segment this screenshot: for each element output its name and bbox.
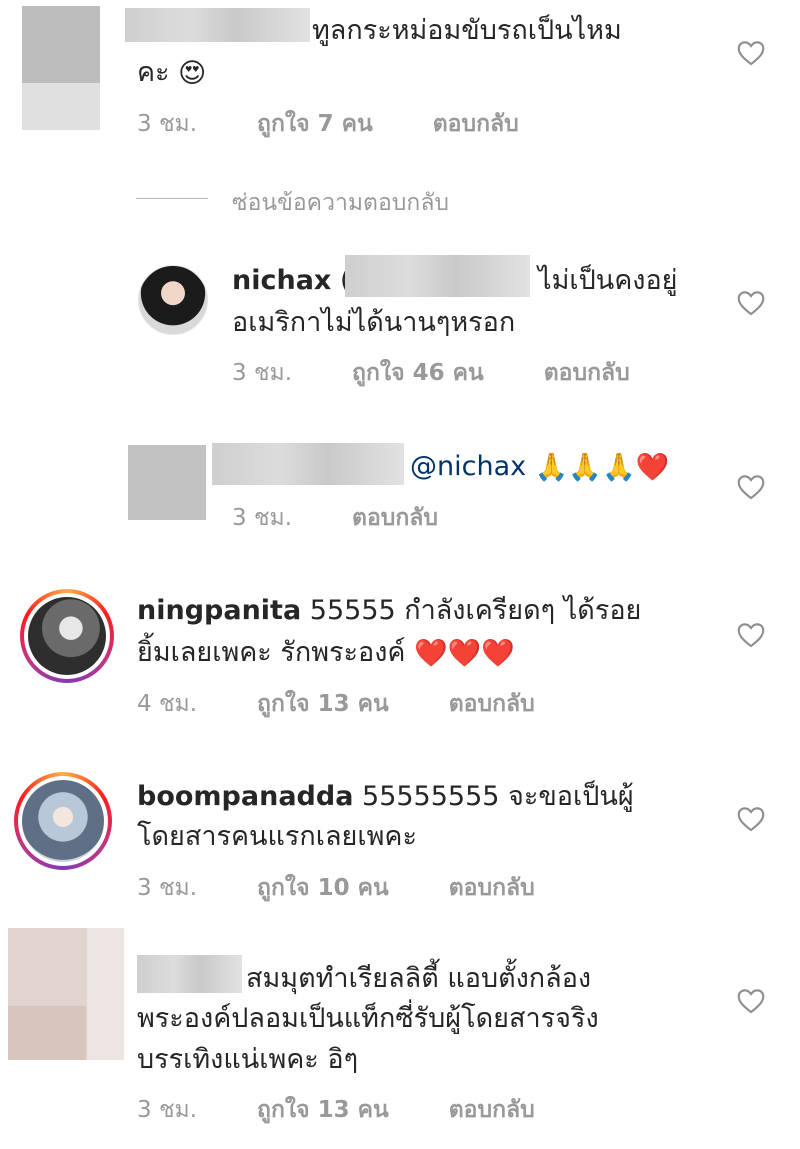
comment-meta: 3 ชม. ถูกใจ 10 คน ตอบกลับ <box>137 870 595 906</box>
username-redacted[interactable] <box>137 955 242 993</box>
comment-meta: 3 ชม. ถูกใจ 13 คน ตอบกลับ <box>137 1092 595 1128</box>
comment-text: สมมุตทำเรียลลิตี้ แอบตั้งกล้อง <box>246 963 592 994</box>
hide-replies-line <box>136 198 208 199</box>
comment-time[interactable]: 3 ชม. <box>232 505 292 531</box>
comment-text: ทูลกระหม่อมขับรถเป็นไหม <box>312 15 622 46</box>
comment-text: ningpanita 55555 กำลังเครียดๆ ได้รอย <box>137 595 642 626</box>
username-redacted[interactable] <box>125 8 310 42</box>
likes-count[interactable]: ถูกใจ 7 คน <box>257 111 373 137</box>
comment-text: โดยสารคนแรกเลยเพคะ <box>137 821 417 852</box>
heart-icon[interactable] <box>737 290 765 316</box>
comment-meta: 3 ชม. ตอบกลับ <box>232 500 498 536</box>
comment-time[interactable]: 3 ชม. <box>137 875 197 901</box>
username-redacted[interactable] <box>212 443 404 485</box>
username[interactable]: boompanadda <box>137 781 353 812</box>
likes-count[interactable]: ถูกใจ 13 คน <box>257 691 389 717</box>
avatar-redacted-shade <box>8 1006 86 1060</box>
comment-meta: 3 ชม. ถูกใจ 46 คน ตอบกลับ <box>232 355 690 391</box>
avatar-boompanadda <box>22 780 104 862</box>
comment-time[interactable]: 4 ชม. <box>137 691 197 717</box>
comment-time[interactable]: 3 ชม. <box>137 1097 197 1123</box>
mention-redacted[interactable] <box>345 255 530 297</box>
heart-icon[interactable] <box>737 40 765 66</box>
mention-link[interactable]: @nichax <box>410 451 526 482</box>
reply-button[interactable]: ตอบกลับ <box>544 360 630 386</box>
comment-text: @nichax 🙏🙏🙏❤️ <box>410 448 669 487</box>
heart-icon[interactable] <box>737 622 765 648</box>
comment-time[interactable]: 3 ชม. <box>137 111 197 137</box>
reply-button[interactable]: ตอบกลับ <box>449 875 535 901</box>
comment-text: คะ 😍 <box>137 54 206 93</box>
avatar-nichax[interactable] <box>138 265 208 335</box>
reply-button[interactable]: ตอบกลับ <box>449 691 535 717</box>
avatar-story-ring[interactable] <box>14 772 112 870</box>
username[interactable]: ningpanita <box>137 595 301 626</box>
username[interactable]: nichax <box>232 265 331 296</box>
comment-text: พระองค์ปลอมเป็นแท็กซี่รับผู้โดยสารจริง <box>137 1003 599 1034</box>
heart-icon[interactable] <box>737 988 765 1014</box>
comment-meta: 3 ชม. ถูกใจ 7 คน ตอบกลับ <box>137 106 579 142</box>
avatar-redacted[interactable] <box>22 6 100 130</box>
comment-text: บรรเทิงแน่เพคะ อิๆ <box>137 1044 359 1075</box>
heart-eyes-emoji: 😍 <box>178 57 207 89</box>
avatar-story-ring[interactable] <box>20 589 114 683</box>
hide-replies-button[interactable]: ซ่อนข้อความตอบกลับ <box>232 185 449 221</box>
likes-count[interactable]: ถูกใจ 13 คน <box>257 1097 389 1123</box>
heart-icon[interactable] <box>737 474 765 500</box>
red-hearts-emoji: ❤️❤️❤️ <box>414 637 515 669</box>
likes-count[interactable]: ถูกใจ 46 คน <box>352 360 484 386</box>
comment-meta: 4 ชม. ถูกใจ 13 คน ตอบกลับ <box>137 686 595 722</box>
reply-button[interactable]: ตอบกลับ <box>352 505 438 531</box>
reply-button[interactable]: ตอบกลับ <box>449 1097 535 1123</box>
comment-text: boompanadda 55555555 จะขอเป็นผู้ <box>137 781 634 812</box>
avatar-ningpanita <box>28 597 106 675</box>
comment-text: อเมริกาไม่ได้นานๆหรอก <box>232 307 516 338</box>
avatar-redacted[interactable] <box>128 445 206 520</box>
comment-text: ไม่เป็นคงอยู่ <box>538 265 678 296</box>
reply-button[interactable]: ตอบกลับ <box>433 111 519 137</box>
comment-text: ยิ้มเลยเพคะ รักพระองค์ ❤️❤️❤️ <box>137 634 515 673</box>
praying-hands-heart-emoji: 🙏🙏🙏❤️ <box>534 451 670 483</box>
likes-count[interactable]: ถูกใจ 10 คน <box>257 875 389 901</box>
comment-time[interactable]: 3 ชม. <box>232 360 292 386</box>
heart-icon[interactable] <box>737 806 765 832</box>
comment-text: nichax ( <box>232 262 350 300</box>
